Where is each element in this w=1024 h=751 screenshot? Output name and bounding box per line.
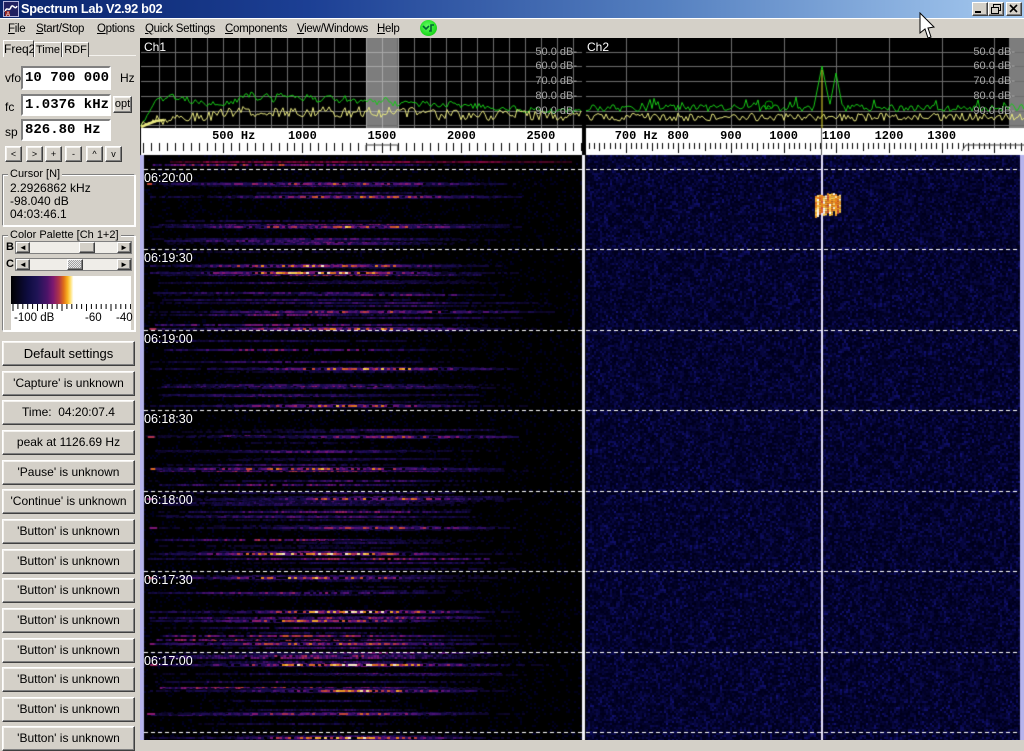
- svg-text:A: A: [6, 12, 10, 17]
